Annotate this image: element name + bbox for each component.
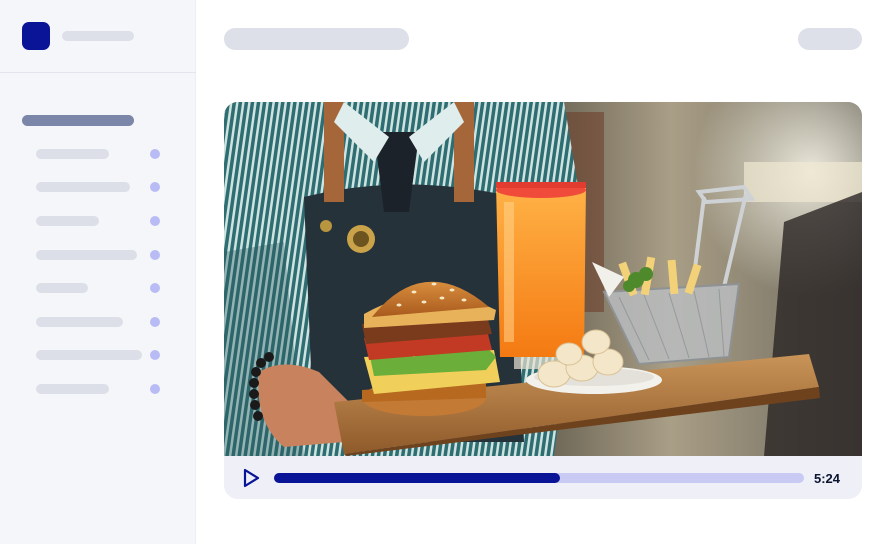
app-name-placeholder [62,31,134,41]
sidebar-item-label-placeholder [36,149,109,159]
sidebar-item-label-placeholder [36,283,88,293]
sidebar-item-indicator-dot [150,283,160,293]
sidebar-header [0,0,196,73]
sidebar-item-label-placeholder [36,317,123,327]
sidebar-item-indicator-dot [150,216,160,226]
sidebar-item-2[interactable] [0,176,196,198]
sidebar-item-indicator-dot [150,350,160,360]
play-icon [243,468,260,488]
sidebar-item-label-placeholder [36,250,137,260]
sidebar-item-3[interactable] [0,210,196,232]
sidebar-item-indicator-dot [150,149,160,159]
sidebar-item-label-placeholder [36,384,109,394]
sidebar-item-7[interactable] [0,344,196,366]
video-player: 5:24 [224,102,862,499]
sidebar-item-label-placeholder [36,350,142,360]
sidebar-item-1[interactable] [0,143,196,165]
video-frame[interactable] [224,102,862,456]
sidebar-item-indicator-dot [150,317,160,327]
sidebar-item-4[interactable] [0,244,196,266]
sidebar-item-5[interactable] [0,277,196,299]
sidebar-item-indicator-dot [150,182,160,192]
sidebar-item-label-placeholder [36,182,130,192]
app-logo[interactable] [22,22,50,50]
progress-bar-fill [274,473,561,483]
sidebar-item-label-placeholder [36,216,99,226]
video-still-image [224,102,862,456]
time-display: 5:24 [814,471,841,486]
sidebar-item-indicator-dot [150,250,160,260]
sidebar [0,0,196,544]
sidebar-item-8[interactable] [0,378,196,400]
page-title-placeholder [224,28,409,50]
header-action-button[interactable] [798,28,862,50]
sidebar-item-6[interactable] [0,311,196,333]
app-window: 5:24 [0,0,896,544]
sidebar-section-title [22,115,134,126]
video-controls: 5:24 [224,456,862,499]
play-button[interactable] [240,467,262,489]
sidebar-item-indicator-dot [150,384,160,394]
progress-bar[interactable] [274,473,804,483]
